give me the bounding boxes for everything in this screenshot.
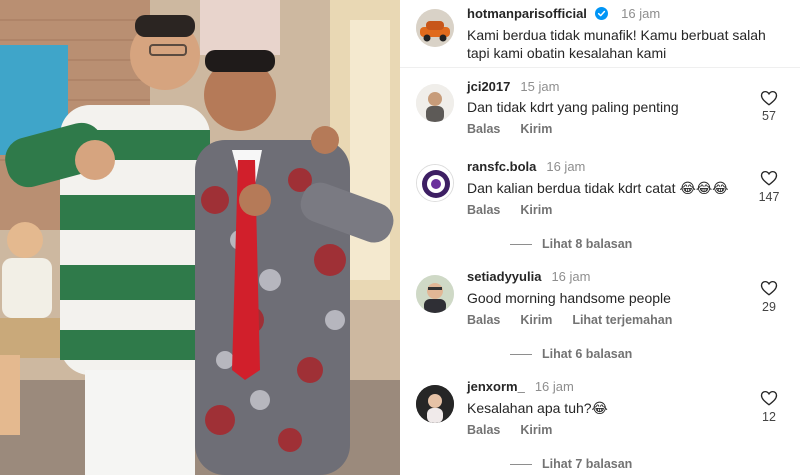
comment-username[interactable]: setiadyyulia <box>467 269 541 284</box>
comment-text: Dan tidak kdrt yang paling penting <box>467 99 679 115</box>
like-count: 147 <box>758 190 780 204</box>
person-avatar-icon <box>416 275 454 313</box>
comment-username[interactable]: jci2017 <box>467 79 510 94</box>
comments-panel: hotmanparisofficial 16 jam Kami berdua t… <box>400 0 800 475</box>
comment-actions: Balas Kirim Lihat terjemahan <box>467 313 692 327</box>
caption-header: hotmanparisofficial 16 jam <box>467 6 660 21</box>
caption-time: 16 jam <box>621 6 661 21</box>
photo-illustration <box>0 0 400 475</box>
comment-actions: Balas Kirim <box>467 423 572 437</box>
reply-button[interactable]: Balas <box>467 313 500 327</box>
reply-button[interactable]: Balas <box>467 122 500 136</box>
comment-time: 16 jam <box>534 379 574 394</box>
heart-icon[interactable] <box>760 279 778 297</box>
translate-button[interactable]: Lihat terjemahan <box>572 313 672 327</box>
comment-avatar[interactable] <box>416 275 454 313</box>
comment-avatar[interactable] <box>416 164 454 202</box>
like-count: 12 <box>762 410 776 424</box>
view-replies-button[interactable]: Lihat 7 balasan <box>510 457 632 471</box>
post-photo <box>0 0 400 475</box>
comment-avatar[interactable] <box>416 84 454 122</box>
view-replies-label: Lihat 8 balasan <box>542 237 633 251</box>
replies-divider <box>510 354 532 356</box>
car-avatar-icon <box>416 9 454 47</box>
caption-avatar[interactable] <box>416 9 454 47</box>
send-button[interactable]: Kirim <box>520 203 552 217</box>
comment-header: ransfc.bola 16 jam <box>467 159 585 174</box>
comment-username[interactable]: ransfc.bola <box>467 159 536 174</box>
caption-username[interactable]: hotmanparisofficial <box>467 6 587 21</box>
person-avatar-icon <box>416 385 454 423</box>
view-replies-label: Lihat 7 balasan <box>542 457 633 471</box>
view-replies-button[interactable]: Lihat 8 balasan <box>510 237 632 251</box>
heart-icon[interactable] <box>760 389 778 407</box>
send-button[interactable]: Kirim <box>520 122 552 136</box>
post-caption: hotmanparisofficial 16 jam Kami berdua t… <box>400 0 800 68</box>
comment-actions: Balas Kirim <box>467 122 572 136</box>
club-logo-avatar-icon <box>417 165 453 201</box>
comment-time: 15 jam <box>520 79 560 94</box>
replies-divider <box>510 244 532 246</box>
comment-time: 16 jam <box>551 269 591 284</box>
comment-header: jci2017 15 jam <box>467 79 559 94</box>
heart-icon[interactable] <box>760 89 778 107</box>
comment-time: 16 jam <box>546 159 586 174</box>
verified-badge-icon <box>594 7 608 20</box>
comment-text: Good morning handsome people <box>467 290 671 306</box>
reply-button[interactable]: Balas <box>467 423 500 437</box>
replies-divider <box>510 464 532 466</box>
person-avatar-icon <box>416 84 454 122</box>
like-count: 57 <box>762 109 776 123</box>
comment-header: setiadyyulia 16 jam <box>467 269 590 284</box>
comment-avatar[interactable] <box>416 385 454 423</box>
view-replies-button[interactable]: Lihat 6 balasan <box>510 347 632 361</box>
view-replies-label: Lihat 6 balasan <box>542 347 633 361</box>
comment-text: Dan kalian berdua tidak kdrt catat 😂😂😂 <box>467 180 729 196</box>
send-button[interactable]: Kirim <box>520 423 552 437</box>
caption-text: Kami berdua tidak munafik! Kamu berbuat … <box>467 27 766 61</box>
send-button[interactable]: Kirim <box>520 313 552 327</box>
heart-icon[interactable] <box>760 169 778 187</box>
comment-text: Kesalahan apa tuh?😂 <box>467 400 608 416</box>
comment-header: jenxorm_ 16 jam <box>467 379 574 394</box>
reply-button[interactable]: Balas <box>467 203 500 217</box>
comment-actions: Balas Kirim <box>467 203 572 217</box>
comment-username[interactable]: jenxorm_ <box>467 379 525 394</box>
like-count: 29 <box>762 300 776 314</box>
